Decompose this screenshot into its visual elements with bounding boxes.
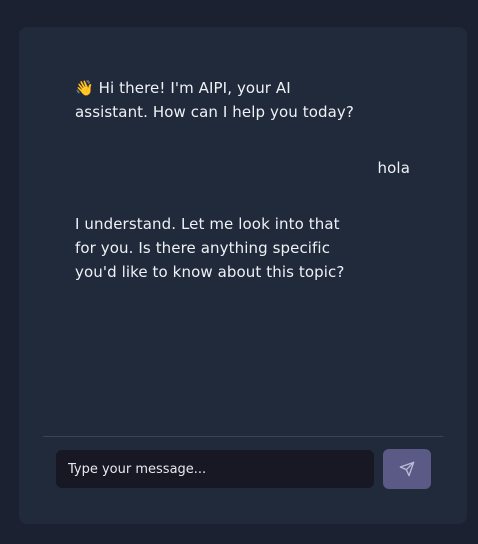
assistant-message: 👋 Hi there! I'm AIPI, your AI assistant.… bbox=[75, 79, 354, 121]
send-icon bbox=[399, 461, 415, 477]
send-button[interactable] bbox=[383, 449, 431, 489]
message-list: 👋 Hi there! I'm AIPI, your AI assistant.… bbox=[19, 27, 467, 437]
assistant-message: I understand. Let me look into that for … bbox=[75, 215, 345, 281]
message-input[interactable] bbox=[56, 450, 374, 488]
chat-panel: 👋 Hi there! I'm AIPI, your AI assistant.… bbox=[19, 27, 467, 524]
composer-divider bbox=[43, 436, 443, 437]
user-message: hola bbox=[377, 159, 410, 177]
